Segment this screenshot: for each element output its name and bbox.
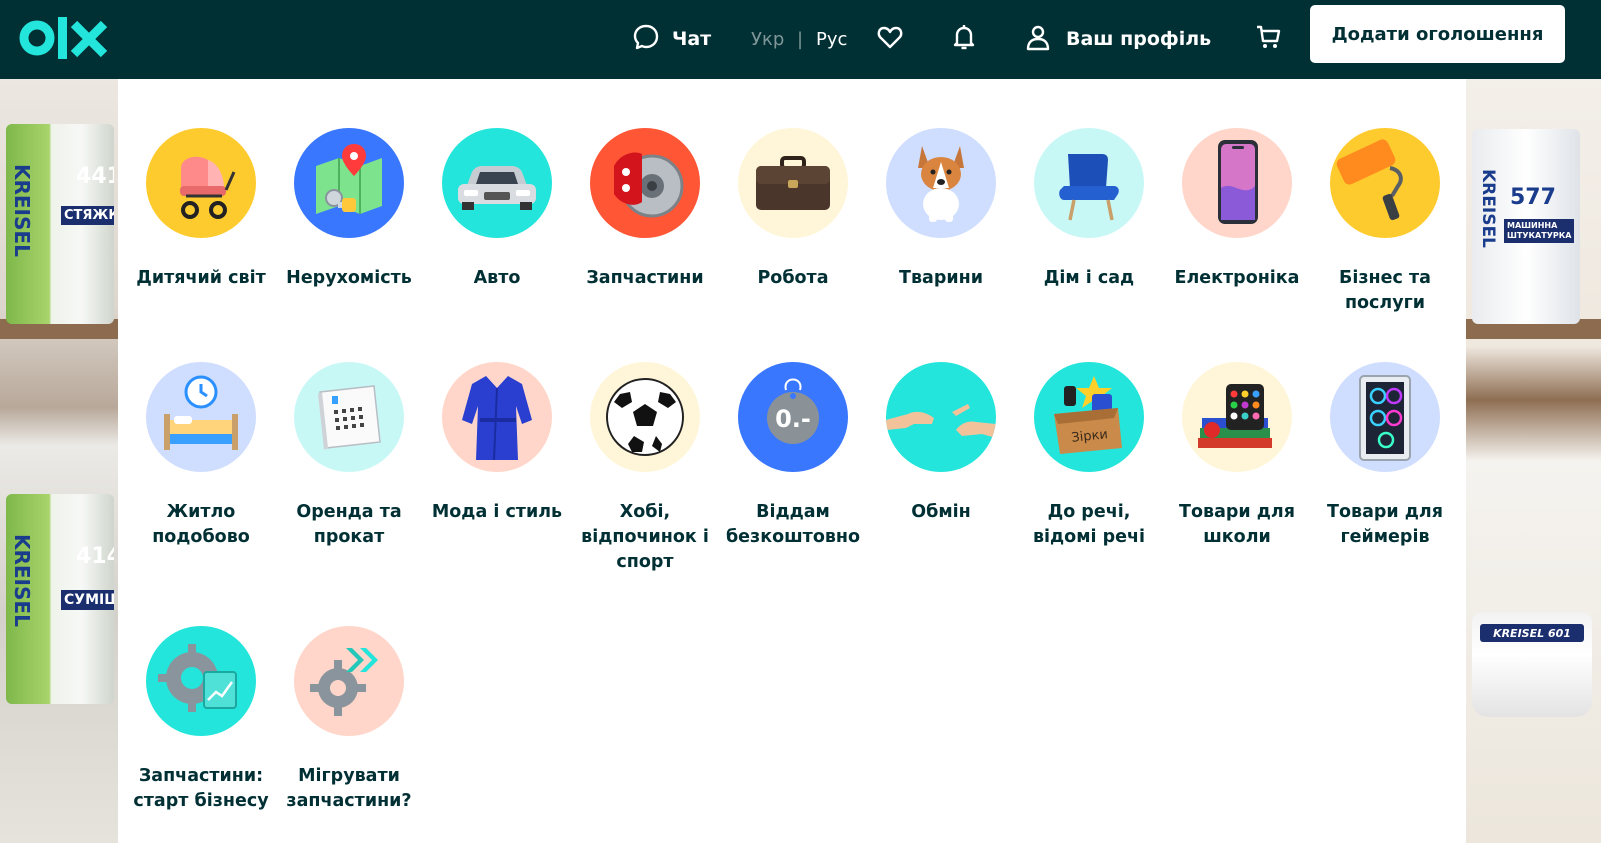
bucket-brand: KREISEL xyxy=(1493,626,1545,640)
profile-label: Ваш профіль xyxy=(1066,28,1212,50)
free-tag-text: 0.- xyxy=(775,405,811,433)
category-label: Мода і стиль xyxy=(431,502,563,522)
bag-brand: KREISEL xyxy=(10,534,34,627)
chat-link[interactable]: Чат xyxy=(632,19,711,59)
category-free[interactable]: 0.- Віддам безкоштовно xyxy=(719,362,867,550)
calendar-icon xyxy=(294,362,404,472)
category-label: Віддам безкоштовно xyxy=(725,502,861,547)
armchair-icon xyxy=(1034,128,1144,238)
bag-number: 577 xyxy=(1510,185,1556,210)
lang-separator: | xyxy=(797,28,804,50)
category-parts[interactable]: Запчастини xyxy=(571,128,719,291)
favorites-button[interactable] xyxy=(876,19,904,59)
category-parts-business-start[interactable]: Запчастини: старт бізнесу xyxy=(127,626,275,814)
category-label: Товари для школи xyxy=(1179,502,1295,547)
category-label: Житло подобово xyxy=(152,502,250,547)
bag-brand: KREISEL xyxy=(1478,169,1498,248)
bag-title: МАШИННА ШТУКАТУРКА xyxy=(1504,219,1574,243)
category-fashion[interactable]: Мода і стиль xyxy=(423,362,571,525)
category-label: Оренда та прокат xyxy=(296,502,402,547)
bell-icon xyxy=(950,23,978,56)
category-exchange[interactable]: Обмін xyxy=(867,362,1015,525)
briefcase-icon xyxy=(738,128,848,238)
gear-arrows-icon xyxy=(294,626,404,736)
category-real-estate[interactable]: Нерухомість xyxy=(275,128,423,291)
gear-chart-icon xyxy=(146,626,256,736)
football-icon xyxy=(590,362,700,472)
user-icon xyxy=(1024,23,1052,56)
lang-rus[interactable]: Рус xyxy=(816,19,847,59)
category-label: Мігрувати запчастини? xyxy=(286,766,412,811)
add-listing-button[interactable]: Додати оголошення xyxy=(1310,5,1565,63)
exchange-hands-icon xyxy=(886,362,996,472)
product-bag: 441 СТЯЖКА KREISEL xyxy=(6,124,114,324)
category-auto[interactable]: Авто xyxy=(423,128,571,291)
gaming-pc-icon xyxy=(1330,362,1440,472)
lang-ukr[interactable]: Укр xyxy=(751,19,784,59)
bucket-number: 601 xyxy=(1547,626,1571,640)
category-home-garden[interactable]: Дім і сад xyxy=(1015,128,1163,291)
category-label: Тварини xyxy=(899,268,983,288)
category-gamers[interactable]: Товари для геймерів xyxy=(1311,362,1459,550)
celebrity-box-icon: Зірки xyxy=(1034,362,1144,472)
category-label: До речі, відомі речі xyxy=(1032,502,1146,547)
product-bag: 577 МАШИННА ШТУКАТУРКА KREISEL xyxy=(1472,129,1580,324)
right-ad-banner[interactable]: 577 МАШИННА ШТУКАТУРКА KREISEL xyxy=(1466,79,1601,843)
category-kids[interactable]: Дитячий світ xyxy=(127,128,275,291)
category-label: Запчастини xyxy=(586,268,704,288)
school-supplies-icon xyxy=(1182,362,1292,472)
notifications-button[interactable] xyxy=(950,19,978,59)
category-daily-rent[interactable]: Житло подобово xyxy=(127,362,275,550)
dog-icon xyxy=(886,128,996,238)
bag-number: 441 xyxy=(76,164,114,189)
category-school[interactable]: Товари для школи xyxy=(1163,362,1311,550)
profile-link[interactable]: Ваш профіль xyxy=(1024,19,1211,59)
category-work[interactable]: Робота xyxy=(719,128,867,291)
olx-logo[interactable] xyxy=(18,14,110,62)
paint-bucket: KREISEL 601 xyxy=(1472,612,1592,717)
category-rental[interactable]: Оренда та прокат xyxy=(275,362,423,550)
paint-roller-icon xyxy=(1330,128,1440,238)
brake-disc-icon xyxy=(590,128,700,238)
cart-button[interactable] xyxy=(1254,19,1282,59)
stroller-icon xyxy=(146,128,256,238)
chat-icon xyxy=(632,23,660,56)
chat-label: Чат xyxy=(672,28,712,50)
category-migrate-parts[interactable]: Мігрувати запчастини? xyxy=(275,626,423,814)
product-bag: 414 СУМІШ KREISEL xyxy=(6,494,114,704)
category-celebrity-items[interactable]: Зірки До речі, відомі речі xyxy=(1015,362,1163,550)
bag-number: 414 xyxy=(76,544,114,569)
category-label: Авто xyxy=(473,268,521,288)
category-label: Електроніка xyxy=(1174,268,1300,288)
category-label: Бізнес та послуги xyxy=(1339,268,1431,313)
category-label: Хобі, відпочинок і спорт xyxy=(581,502,709,572)
heart-icon xyxy=(876,23,904,56)
category-label: Запчастини: старт бізнесу xyxy=(133,766,269,811)
bucket-label: KREISEL 601 xyxy=(1480,624,1584,642)
category-animals[interactable]: Тварини xyxy=(867,128,1015,291)
category-label: Обмін xyxy=(911,502,971,522)
top-header: Чат Укр | Рус Ваш профіль Додати оголоше… xyxy=(0,0,1601,79)
free-tag-icon: 0.- xyxy=(738,362,848,472)
car-icon xyxy=(442,128,552,238)
category-business[interactable]: Бізнес та послуги xyxy=(1311,128,1459,316)
category-label: Дім і сад xyxy=(1043,268,1135,288)
smartphone-icon xyxy=(1182,128,1292,238)
category-label: Дитячий світ xyxy=(136,268,266,288)
category-label: Нерухомість xyxy=(286,268,412,288)
left-ad-banner[interactable]: 441 СТЯЖКА KREISEL 414 СУМІШ KREISEL xyxy=(0,79,118,843)
bed-clock-icon xyxy=(146,362,256,472)
category-electronics[interactable]: Електроніка xyxy=(1163,128,1311,291)
cart-icon xyxy=(1254,23,1282,56)
map-keys-icon xyxy=(294,128,404,238)
bag-title: СУМІШ xyxy=(61,590,114,610)
category-label: Товари для геймерів xyxy=(1327,502,1443,547)
bag-brand: KREISEL xyxy=(10,164,34,257)
category-hobby[interactable]: Хобі, відпочинок і спорт xyxy=(571,362,719,575)
robe-icon xyxy=(442,362,552,472)
bag-title: СТЯЖКА xyxy=(61,206,114,225)
category-label: Робота xyxy=(757,268,829,288)
